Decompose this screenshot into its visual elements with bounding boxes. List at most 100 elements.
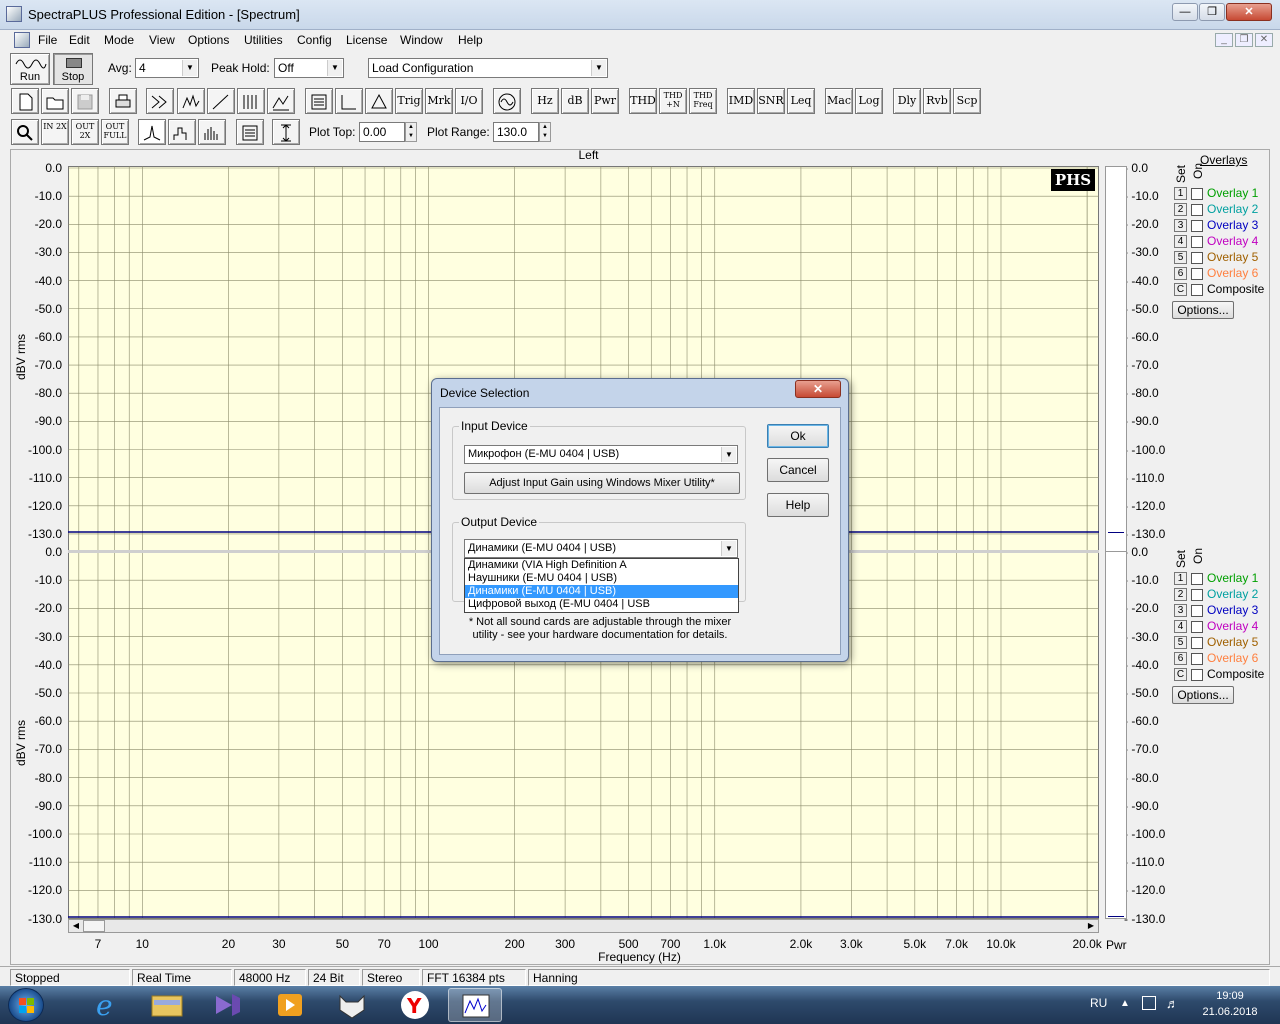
overlay-checkbox[interactable] [1191,284,1203,296]
zoom-out-full-button[interactable]: OUT FULL [101,119,129,145]
rvb-button[interactable]: Rvb [923,88,951,114]
input-device-select[interactable]: Микрофон (E-MU 0404 | USB) ▼ [464,445,738,464]
bar-plot-icon[interactable] [198,119,226,145]
scp-button[interactable]: Scp [953,88,981,114]
overlay-set-button[interactable]: 1 [1174,572,1187,585]
maximize-button[interactable]: ❐ [1199,3,1225,21]
plot-range-input[interactable]: 130.0 [493,122,539,142]
overlay-options-button[interactable]: Options... [1172,301,1234,319]
hz-button[interactable]: Hz [531,88,559,114]
new-file-icon[interactable] [11,88,39,114]
imd-button[interactable]: IMD [727,88,755,114]
scroll-thumb[interactable] [83,920,105,932]
signal-gen-icon[interactable] [493,88,521,114]
spectrum-mode-icon[interactable] [177,88,205,114]
output-device-select[interactable]: Динамики (E-MU 0404 | USB) ▼ [464,539,738,558]
cat-app-icon[interactable] [326,988,380,1022]
load-config-select[interactable]: Load Configuration ▼ [368,58,608,78]
tray-arrow-icon[interactable]: ▲ [1120,998,1130,1009]
menu-options[interactable]: Options [188,33,229,47]
explorer-folder-icon[interactable] [140,988,194,1022]
step-plot-icon[interactable] [168,119,196,145]
flag-icon[interactable] [1142,996,1156,1010]
waterfall-icon[interactable] [237,88,265,114]
mdi-minimize-button[interactable]: _ [1215,33,1233,47]
peak-hold-select[interactable]: Off ▼ [274,58,344,78]
overlay-checkbox[interactable] [1191,637,1203,649]
menu-view[interactable]: View [149,33,175,47]
overlay-checkbox[interactable] [1191,589,1203,601]
spectraplus-taskbar-icon[interactable] [448,988,502,1022]
mdi-restore-button[interactable]: ❐ [1235,33,1253,47]
ok-button[interactable]: Ok [767,424,829,448]
overlay-checkbox[interactable] [1191,204,1203,216]
log-button[interactable]: Log [855,88,883,114]
fast-forward-icon[interactable] [146,88,174,114]
volume-icon[interactable]: ♬ [1166,996,1179,1011]
ramp-icon[interactable] [207,88,235,114]
overlay-set-button[interactable]: 3 [1174,219,1187,232]
zoom-out-2x-button[interactable]: OUT 2X [71,119,99,145]
overlay-checkbox[interactable] [1191,236,1203,248]
menu-file[interactable]: File [38,33,57,47]
menu-window[interactable]: Window [400,33,443,47]
thd-freq-button[interactable]: THD Freq [689,88,717,114]
leq-button[interactable]: Leq [787,88,815,114]
output-device-option[interactable]: Наушники (E-MU 0404 | USB) [465,572,738,585]
line-plot-icon[interactable] [138,119,166,145]
overlay-set-button[interactable]: 5 [1174,636,1187,649]
overlay-set-button[interactable]: 2 [1174,203,1187,216]
overlay-set-button[interactable]: 3 [1174,604,1187,617]
overlay-checkbox[interactable] [1191,605,1203,617]
dly-button[interactable]: Dly [893,88,921,114]
output-device-option[interactable]: Динамики (E-MU 0404 | USB) [465,585,738,598]
adjust-input-gain-button[interactable]: Adjust Input Gain using Windows Mixer Ut… [464,472,740,494]
overlay-checkbox[interactable] [1191,220,1203,232]
overlay-options-button[interactable]: Options... [1172,686,1234,704]
pwr-button[interactable]: Pwr [591,88,619,114]
scroll-right-icon[interactable]: ▶ [1085,921,1097,931]
clock-date[interactable]: 21.06.2018 [1196,1006,1264,1018]
mac-button[interactable]: Mac [825,88,853,114]
avg-select[interactable]: 4 ▼ [135,58,199,78]
save-disk-icon[interactable] [71,88,99,114]
yandex-browser-icon[interactable]: Y [388,988,442,1022]
menu-mode[interactable]: Mode [104,33,134,47]
snr-button[interactable]: SNR [757,88,785,114]
zoom-icon[interactable] [11,119,39,145]
overlay-checkbox[interactable] [1191,669,1203,681]
output-device-option[interactable]: Динамики (VIA High Definition A [465,559,738,572]
overlay-checkbox[interactable] [1191,268,1203,280]
plot-settings-icon[interactable] [236,119,264,145]
overlay-checkbox[interactable] [1191,653,1203,665]
axis-icon[interactable] [335,88,363,114]
stop-button[interactable]: Stop [53,53,93,85]
horizontal-scrollbar[interactable]: ◀ ▶ [68,919,1099,933]
output-device-option[interactable]: Цифровой выход (E-MU 0404 | USB [465,598,738,611]
menu-help[interactable]: Help [458,33,483,47]
db-button[interactable]: dB [561,88,589,114]
overlay-checkbox[interactable] [1191,621,1203,633]
close-button[interactable]: ✕ [1226,3,1272,21]
menu-license[interactable]: License [346,33,387,47]
help-button[interactable]: Help [767,493,829,517]
dialog-close-button[interactable]: ✕ [795,380,841,398]
open-folder-icon[interactable] [41,88,69,114]
plot-top-spinner[interactable]: ▲ ▼ [405,122,417,142]
overlay-checkbox[interactable] [1191,252,1203,264]
menu-config[interactable]: Config [297,33,332,47]
trig-button[interactable]: Trig [395,88,423,114]
vertical-scale-icon[interactable] [272,119,300,145]
overlay-checkbox[interactable] [1191,188,1203,200]
output-device-dropdown-list[interactable]: Динамики (VIA High Definition A Наушники … [464,558,739,613]
plot-range-spinner[interactable]: ▲ ▼ [539,122,551,142]
visual-studio-icon[interactable] [202,988,256,1022]
thd-button[interactable]: THD [629,88,657,114]
minimize-button[interactable]: — [1172,3,1198,21]
mdi-close-button[interactable]: ✕ [1255,33,1273,47]
overlay-set-button[interactable]: 6 [1174,267,1187,280]
mrk-button[interactable]: Mrk [425,88,453,114]
ie-icon[interactable]: e [78,988,132,1022]
media-player-icon[interactable] [264,988,318,1022]
overlay-set-button[interactable]: C [1174,668,1187,681]
